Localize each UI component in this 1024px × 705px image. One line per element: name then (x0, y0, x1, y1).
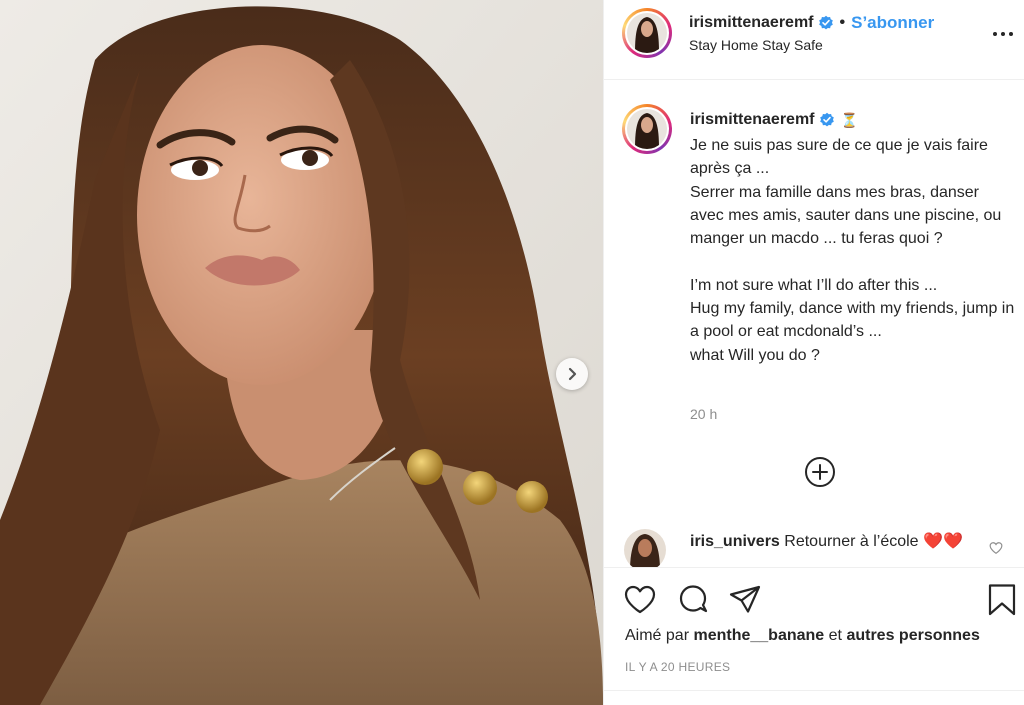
portrait-image (0, 0, 603, 705)
load-more-comments-icon[interactable] (804, 456, 836, 488)
post-actions: Aimé par menthe__banane et autres person… (604, 567, 1024, 705)
post-timestamp[interactable]: IL Y A 20 HEURES (625, 660, 730, 674)
carousel-next-button[interactable] (556, 358, 588, 390)
bookmark-save-icon[interactable] (985, 583, 1019, 617)
share-send-icon[interactable] (728, 583, 762, 617)
caption-time[interactable]: 20 h (690, 406, 717, 422)
post-photo[interactable] (0, 0, 603, 705)
hourglass-emoji: ⏳ (840, 111, 858, 128)
author-username[interactable]: irismittenaeremf (689, 14, 814, 32)
divider (604, 690, 1024, 691)
comment-body: Retourner à l’école ❤️❤️ (784, 533, 963, 550)
author-avatar[interactable] (622, 8, 672, 58)
likes-conjunction: et (828, 627, 842, 644)
comment-like-heart-icon[interactable] (989, 541, 1003, 555)
ellipsis-icon[interactable] (991, 22, 1015, 46)
avatar-image (627, 13, 667, 53)
post-header: irismittenaeremf • S’abonner Stay Home S… (604, 0, 1024, 80)
post-location[interactable]: Stay Home Stay Safe (689, 37, 823, 53)
post-sidebar: irismittenaeremf • S’abonner Stay Home S… (603, 0, 1024, 705)
separator-dot: • (839, 14, 846, 31)
follow-button[interactable]: S’abonner (851, 13, 934, 33)
commenter-username[interactable]: iris_univers (690, 533, 780, 550)
likes-summary: Aimé par menthe__banane et autres person… (625, 627, 980, 645)
caption-username[interactable]: irismittenaeremf (690, 111, 815, 129)
caption-avatar[interactable] (622, 104, 672, 154)
verified-badge-icon (818, 15, 833, 30)
liker-username[interactable]: menthe__banane (693, 627, 824, 644)
like-heart-icon[interactable] (623, 583, 657, 617)
likes-prefix: Aimé par (625, 627, 690, 644)
avatar-image (624, 529, 666, 567)
comment-text: iris_univers Retourner à l’école ❤️❤️ (690, 531, 980, 553)
verified-badge-icon (819, 112, 834, 127)
caption-text: Je ne suis pas sure de ce que je vais fa… (690, 137, 1015, 364)
comment-bubble-icon[interactable] (676, 583, 710, 617)
comment-item: iris_univers Retourner à l’école ❤️❤️ (604, 527, 1024, 567)
avatar-image (627, 109, 667, 149)
chevron-right-icon (568, 367, 577, 381)
likes-others-link[interactable]: autres personnes (846, 627, 979, 644)
commenter-avatar[interactable] (624, 529, 666, 567)
